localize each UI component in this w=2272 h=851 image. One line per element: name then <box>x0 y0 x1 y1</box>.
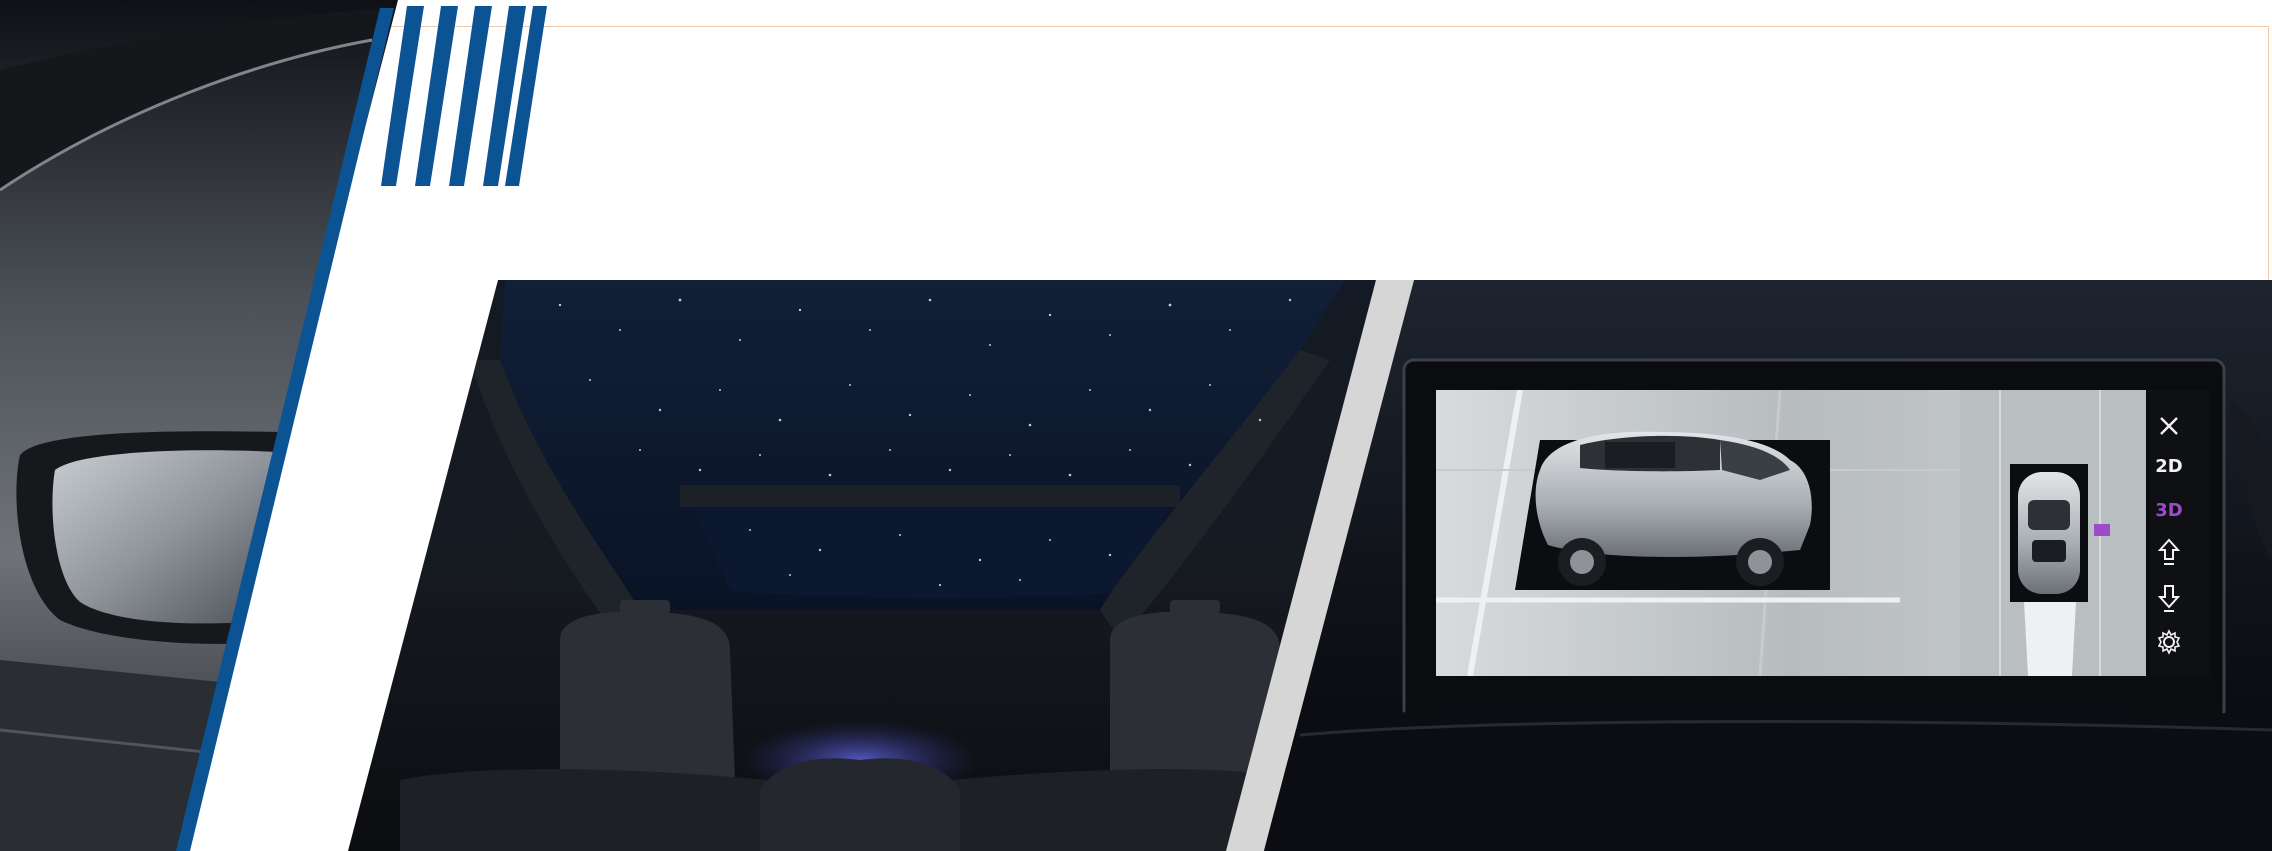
arrow-up-icon <box>2158 538 2180 565</box>
gear-icon <box>2157 629 2181 655</box>
camera-control-bar: 2D 3D <box>2130 398 2208 678</box>
panoramic-roof-photo <box>348 280 1376 851</box>
arrow-down-icon <box>2158 585 2180 612</box>
close-icon <box>2160 417 2178 435</box>
close-button[interactable] <box>2130 406 2208 446</box>
hatch-bar-3 <box>449 6 492 186</box>
settings-button[interactable] <box>2130 622 2208 662</box>
camera-view <box>1436 390 2146 676</box>
hatch-bar-2 <box>415 6 458 186</box>
brochure-page: 2D 3D <box>0 0 2272 851</box>
brochure-artwork <box>0 0 2272 851</box>
mode-2d-button[interactable]: 2D <box>2130 446 2208 486</box>
front-view-button[interactable] <box>2130 532 2208 572</box>
rear-view-button[interactable] <box>2130 578 2208 618</box>
mode-3d-button[interactable]: 3D <box>2130 490 2208 530</box>
